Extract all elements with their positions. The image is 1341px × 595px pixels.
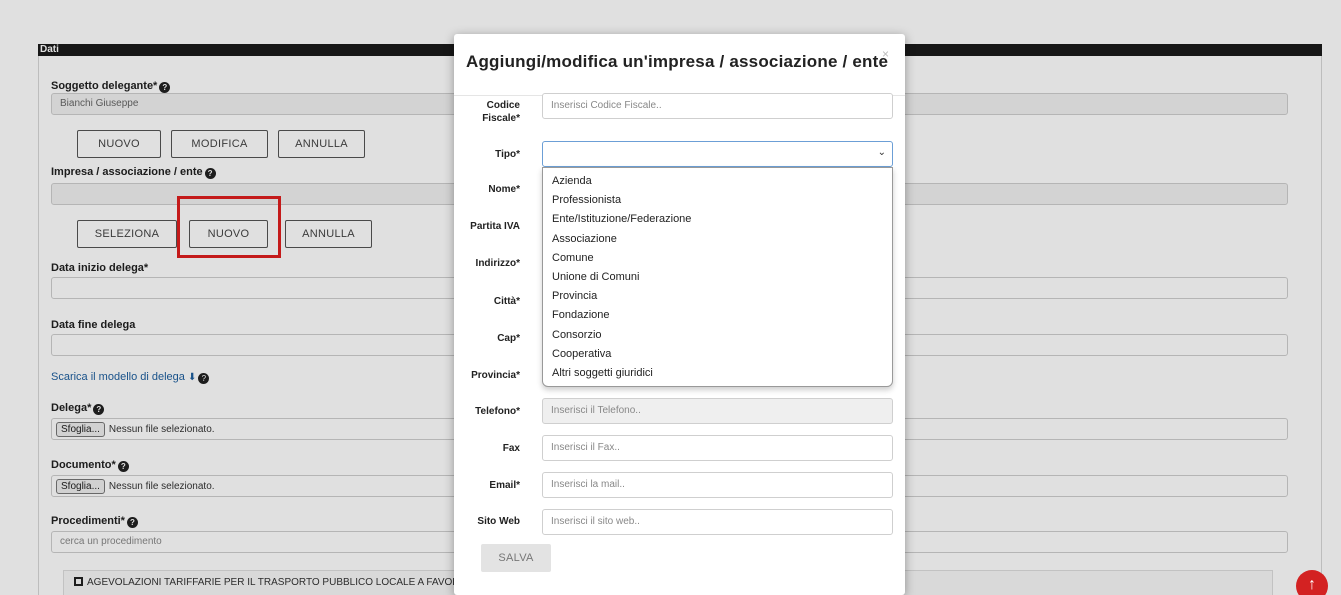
question-circle-icon[interactable]: ? [159,82,171,93]
fax-label: Fax [502,443,520,454]
tipo-dropdown-list: Azienda Professionista Ente/Istituzione/… [542,167,893,387]
annulla-impresa-button[interactable]: ANNULLA [285,220,372,248]
checkbox[interactable] [74,577,83,586]
modal-title: Aggiungi/modifica un'impresa / associazi… [466,52,889,71]
question-circle-icon[interactable]: ? [198,373,210,384]
data-fine-label: Data fine delega [51,319,136,331]
question-circle-icon[interactable]: ? [93,404,105,415]
sito-web-label: Sito Web [477,516,520,527]
fax-input[interactable]: Inserisci il Fax.. [542,435,893,461]
tipo-option[interactable]: Professionista [543,191,892,210]
sito-web-input[interactable]: Inserisci il sito web.. [542,509,893,535]
nuovo-delegante-button[interactable]: NUOVO [77,130,161,158]
telefono-label: Telefono* [475,406,520,417]
download-modello-link[interactable]: Scarica il modello di delega ⬇? [51,371,210,384]
tipo-option[interactable]: Ente/Istituzione/Federazione [543,210,892,229]
download-icon: ⬇ [187,372,197,383]
tipo-option[interactable]: Associazione [543,230,892,249]
telefono-input[interactable]: Inserisci il Telefono.. [542,398,893,424]
question-circle-icon[interactable]: ? [126,517,138,528]
tipo-option[interactable]: Cooperativa [543,345,892,364]
delegante-label: Soggetto delegante*? [51,80,171,93]
partita-iva-label: Partita IVA [470,221,520,232]
save-button[interactable]: SALVA [481,544,551,572]
question-circle-icon[interactable]: ? [117,461,129,472]
codice-fiscale-input[interactable]: Inserisci Codice Fiscale.. [542,93,893,119]
delega-label: Delega*? [51,402,105,415]
highlight-box [177,196,281,258]
tipo-option[interactable]: Unione di Comuni [543,268,892,287]
impresa-modal: Aggiungi/modifica un'impresa / associazi… [454,34,905,595]
documento-label: Documento*? [51,459,129,472]
no-file-text: Nessun file selezionato. [108,480,215,492]
tipo-option[interactable]: Provincia [543,287,892,306]
citta-label: Città* [493,296,520,307]
browse-button[interactable]: Sfoglia... [56,478,105,494]
data-inizio-label: Data inizio delega* [51,262,149,274]
tipo-option[interactable]: Fondazione [543,306,892,325]
tipo-option[interactable]: Azienda [543,172,892,191]
tipo-label: Tipo* [495,149,520,160]
codice-fiscale-label: Codice Fiscale* [482,100,520,124]
arrow-up-icon[interactable]: ↑ [1296,570,1328,595]
email-label: Email* [489,480,520,491]
procedimenti-label: Procedimenti*? [51,515,138,528]
tipo-option[interactable]: Consorzio [543,326,892,345]
annulla-delegante-button[interactable]: ANNULLA [278,130,365,158]
tipo-option[interactable]: Comune [543,249,892,268]
indirizzo-label: Indirizzo* [475,258,520,269]
tipo-option[interactable]: Altri soggetti giuridici [543,364,892,383]
chevron-down-icon: ⌄ [877,147,886,158]
seleziona-impresa-button[interactable]: SELEZIONA [77,220,177,248]
cap-label: Cap* [497,333,520,344]
no-file-text: Nessun file selezionato. [108,423,215,435]
close-icon[interactable]: × [882,47,889,61]
modifica-delegante-button[interactable]: MODIFICA [171,130,268,158]
browse-button[interactable]: Sfoglia... [56,421,105,437]
nome-label: Nome* [488,184,520,195]
email-input[interactable]: Inserisci la mail.. [542,472,893,498]
impresa-label: Impresa / associazione / ente? [51,166,216,179]
provincia-label: Provincia* [471,370,520,381]
question-circle-icon[interactable]: ? [204,168,216,179]
tipo-select[interactable]: ⌄ [542,141,893,167]
